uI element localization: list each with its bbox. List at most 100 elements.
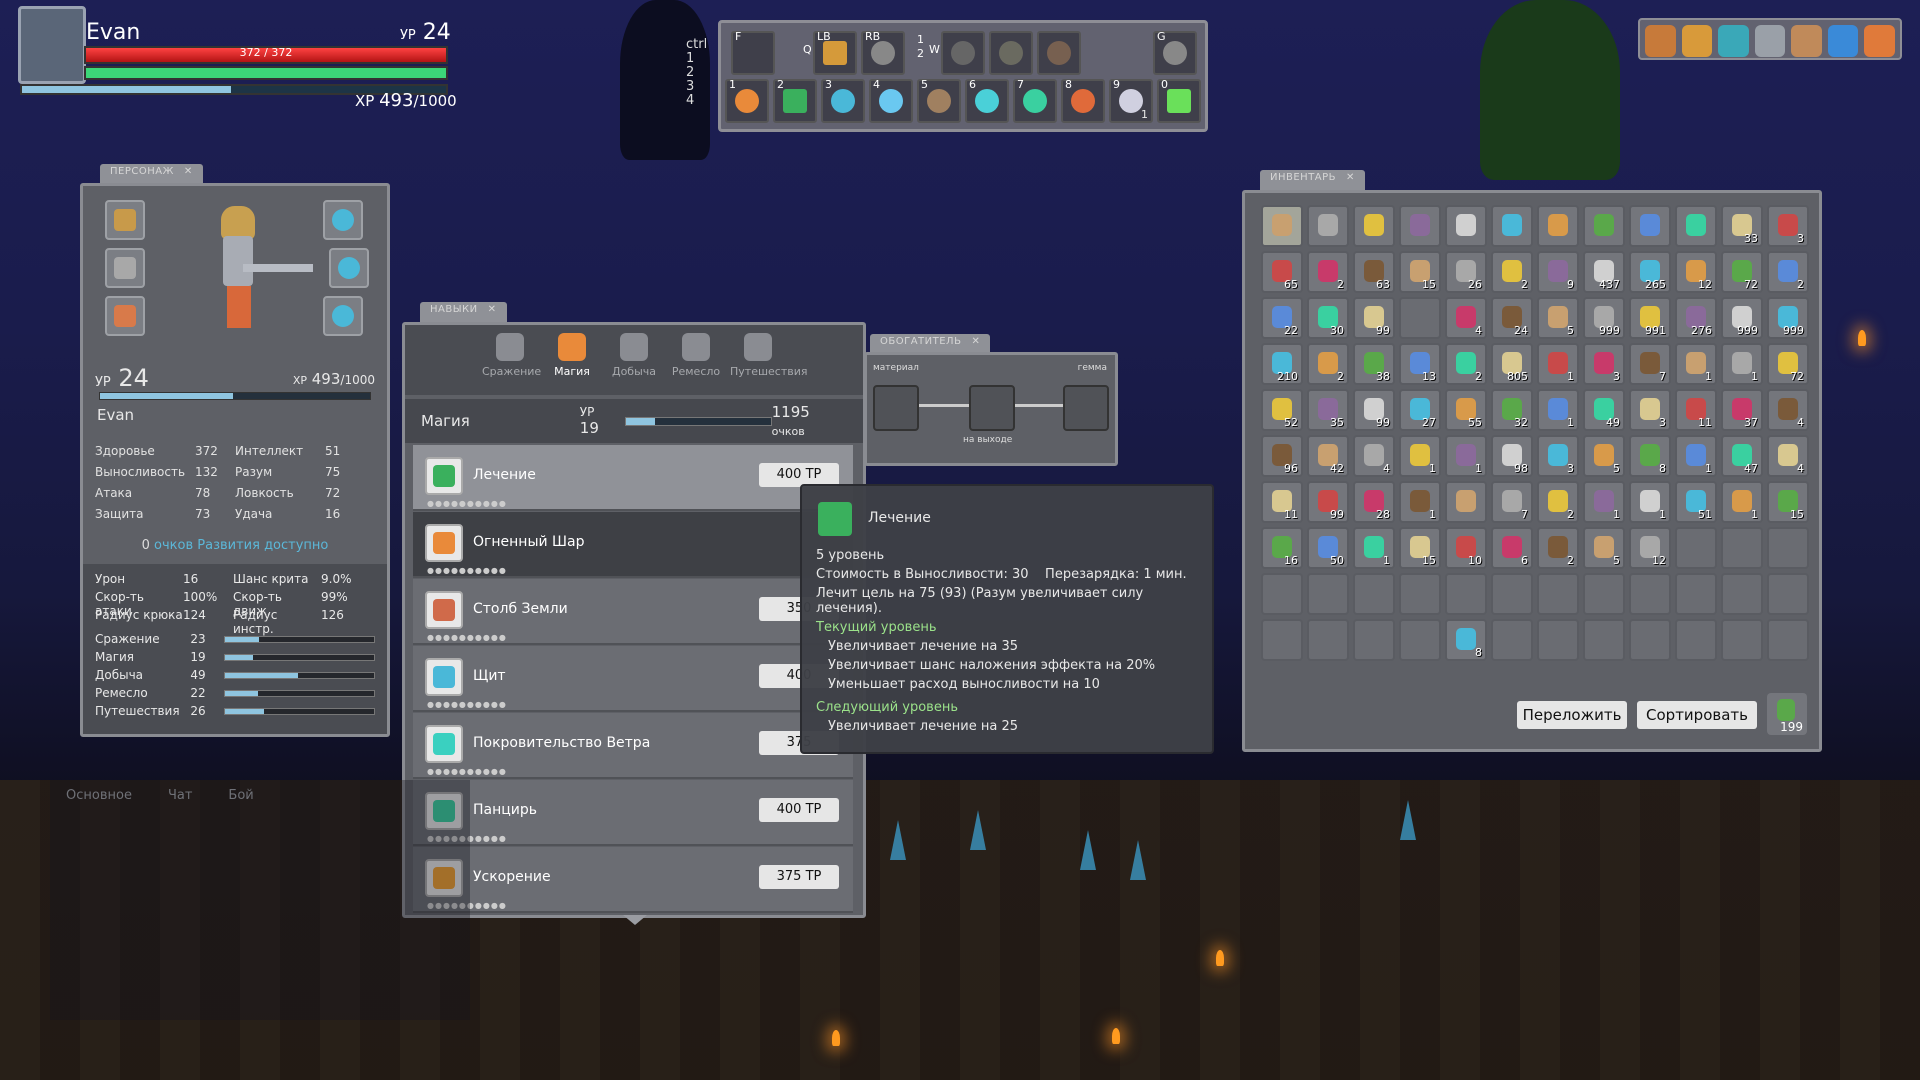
gem-slot[interactable] <box>1063 385 1109 431</box>
inventory-slot[interactable]: 24 <box>1491 297 1533 339</box>
crafting-icon[interactable] <box>1718 25 1749 57</box>
inventory-slot[interactable] <box>1629 573 1671 615</box>
skill-category-2[interactable]: Магия <box>544 333 600 395</box>
inventory-tab[interactable]: ИНВЕНТАРЬ ✕ <box>1260 170 1365 192</box>
inventory-slot[interactable]: 2 <box>1307 343 1349 385</box>
inventory-slot[interactable] <box>1629 619 1671 661</box>
hotbar-slot-weapon-2[interactable] <box>989 31 1033 75</box>
output-slot[interactable] <box>969 385 1015 431</box>
hotbar-slot-8[interactable]: 8 <box>1061 78 1105 123</box>
inventory-slot[interactable]: 65 <box>1261 251 1303 293</box>
inventory-slot[interactable] <box>1537 573 1579 615</box>
inventory-slot[interactable]: 3 <box>1583 343 1625 385</box>
inventory-slot[interactable] <box>1399 619 1441 661</box>
inventory-slot[interactable]: 10 <box>1445 527 1487 569</box>
hotbar-slot-6[interactable]: 6 <box>965 78 1009 123</box>
inventory-slot[interactable]: 99 <box>1353 389 1395 431</box>
skill-row[interactable]: Огненный Шар ●●●●●●●●●● <box>413 512 853 578</box>
inventory-slot[interactable]: 2 <box>1307 251 1349 293</box>
skills-icon[interactable] <box>1681 25 1713 57</box>
inventory-slot[interactable]: 12 <box>1675 251 1717 293</box>
inventory-slot[interactable]: 11 <box>1261 481 1303 523</box>
inventory-slot[interactable]: 55 <box>1445 389 1487 431</box>
inventory-slot[interactable]: 15 <box>1399 251 1441 293</box>
inventory-slot[interactable]: 7 <box>1491 481 1533 523</box>
inventory-slot[interactable]: 1 <box>1353 527 1395 569</box>
inventory-slot[interactable]: 1 <box>1445 435 1487 477</box>
hotbar-slot-5[interactable]: 5 <box>917 78 961 123</box>
inventory-slot[interactable] <box>1721 527 1763 569</box>
inventory-slot[interactable] <box>1537 205 1579 247</box>
inventory-slot[interactable]: 991 <box>1629 297 1671 339</box>
inventory-slot[interactable]: 276 <box>1675 297 1717 339</box>
inventory-slot[interactable]: 5 <box>1537 297 1579 339</box>
inventory-slot[interactable]: 16 <box>1261 527 1303 569</box>
inventory-slot[interactable] <box>1767 619 1809 661</box>
inventory-slot[interactable]: 1 <box>1721 481 1763 523</box>
inventory-slot[interactable]: 11 <box>1675 389 1717 431</box>
inventory-slot[interactable]: 35 <box>1307 389 1349 431</box>
inventory-slot[interactable] <box>1491 205 1533 247</box>
inventory-slot[interactable]: 1 <box>1537 389 1579 431</box>
equip-slot-head[interactable] <box>105 200 145 240</box>
inventory-slot[interactable]: 8 <box>1445 619 1487 661</box>
inventory-slot[interactable] <box>1307 573 1349 615</box>
inventory-slot[interactable] <box>1583 205 1625 247</box>
inventory-slot[interactable]: 15 <box>1767 481 1809 523</box>
inventory-slot[interactable]: 5 <box>1583 435 1625 477</box>
inventory-slot[interactable]: 3 <box>1767 205 1809 247</box>
inventory-slot[interactable]: 437 <box>1583 251 1625 293</box>
inventory-slot[interactable]: 1 <box>1583 481 1625 523</box>
character-icon[interactable] <box>1645 25 1676 57</box>
inventory-slot[interactable] <box>1399 297 1441 339</box>
hotbar-slot-3[interactable]: 3 <box>821 78 865 123</box>
inventory-slot[interactable]: 999 <box>1583 297 1625 339</box>
inventory-slot[interactable]: 2 <box>1491 251 1533 293</box>
sort-button[interactable]: Сортировать <box>1637 701 1757 729</box>
inventory-slot[interactable]: 13 <box>1399 343 1441 385</box>
inventory-slot[interactable]: 27 <box>1399 389 1441 431</box>
inventory-slot[interactable] <box>1445 481 1487 523</box>
inventory-slot[interactable]: 265 <box>1629 251 1671 293</box>
scroll-down-arrow[interactable] <box>623 915 647 925</box>
inventory-slot[interactable]: 2 <box>1445 343 1487 385</box>
hotbar-slot-weapon-1[interactable]: 12W <box>917 31 985 75</box>
inventory-slot[interactable]: 9 <box>1537 251 1579 293</box>
inventory-slot[interactable]: 22 <box>1261 297 1303 339</box>
hotbar-slot-weapon-3[interactable] <box>1037 31 1081 75</box>
inventory-slot[interactable]: 1 <box>1537 343 1579 385</box>
inventory-slot[interactable] <box>1721 573 1763 615</box>
journal-icon[interactable] <box>1827 25 1859 57</box>
chat-tab-chat[interactable]: Чат <box>168 788 192 803</box>
inventory-slot[interactable]: 3 <box>1537 435 1579 477</box>
chat-tab-main[interactable]: Основное <box>66 788 132 803</box>
inventory-slot[interactable] <box>1353 619 1395 661</box>
hotbar-slot-4[interactable]: 4 <box>869 78 913 123</box>
inventory-slot[interactable]: 1 <box>1629 481 1671 523</box>
inventory-slot[interactable] <box>1675 527 1717 569</box>
inventory-slot[interactable] <box>1353 205 1395 247</box>
inventory-slot[interactable]: 2 <box>1537 481 1579 523</box>
inventory-slot[interactable] <box>1261 619 1303 661</box>
inventory-slot[interactable] <box>1537 619 1579 661</box>
inventory-slot[interactable]: 1 <box>1399 481 1441 523</box>
inventory-slot[interactable] <box>1491 573 1533 615</box>
inventory-slot[interactable] <box>1675 205 1717 247</box>
inventory-slot[interactable] <box>1491 619 1533 661</box>
inventory-slot[interactable]: 26 <box>1445 251 1487 293</box>
inventory-slot[interactable]: 4 <box>1353 435 1395 477</box>
inventory-slot[interactable]: 30 <box>1307 297 1349 339</box>
close-icon[interactable]: ✕ <box>971 336 980 347</box>
chat-tab-combat[interactable]: Бой <box>228 788 253 803</box>
inventory-slot[interactable]: 33 <box>1721 205 1763 247</box>
inventory-slot[interactable] <box>1261 573 1303 615</box>
inventory-slot[interactable]: 52 <box>1261 389 1303 431</box>
hotbar-slot-f[interactable]: F <box>731 30 775 75</box>
inventory-slot[interactable]: 1 <box>1675 435 1717 477</box>
inventory-slot[interactable]: 1 <box>1721 343 1763 385</box>
hotbar-slot-7[interactable]: 7 <box>1013 78 1057 123</box>
inventory-slot[interactable] <box>1399 205 1441 247</box>
hotbar-slot-g[interactable]: G <box>1153 30 1197 75</box>
inventory-icon[interactable] <box>1791 25 1822 57</box>
close-icon[interactable]: ✕ <box>1346 172 1355 183</box>
